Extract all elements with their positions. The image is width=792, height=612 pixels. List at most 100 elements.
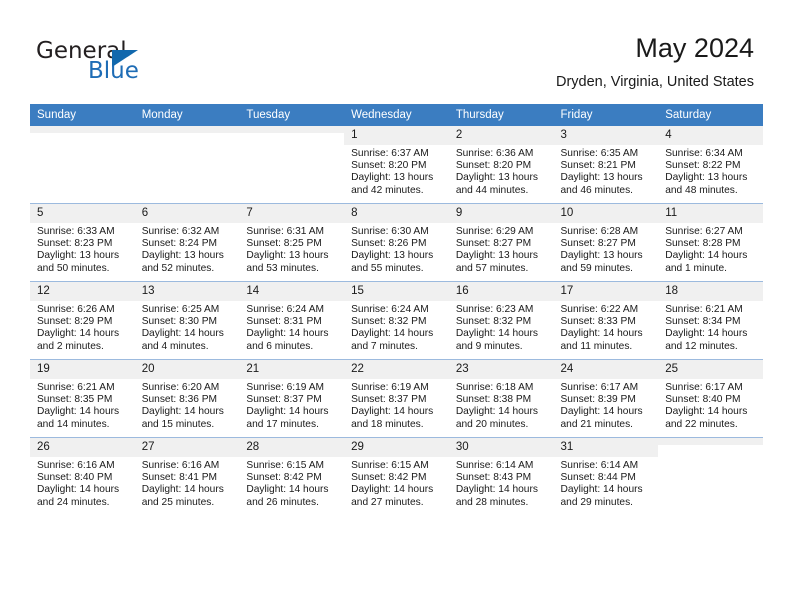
calendar-day-cell[interactable]: 4Sunrise: 6:34 AMSunset: 8:22 PMDaylight…: [658, 126, 763, 204]
day-details: Sunrise: 6:23 AMSunset: 8:32 PMDaylight:…: [449, 301, 554, 353]
calendar-day-cell[interactable]: 12Sunrise: 6:26 AMSunset: 8:29 PMDayligh…: [30, 282, 135, 360]
sunset-text: Sunset: 8:23 PM: [37, 238, 129, 250]
weekday-header-saturday: Saturday: [658, 104, 763, 126]
day-details: Sunrise: 6:30 AMSunset: 8:26 PMDaylight:…: [344, 223, 449, 275]
calendar-day-cell[interactable]: 15Sunrise: 6:24 AMSunset: 8:32 PMDayligh…: [344, 282, 449, 360]
calendar-cell-inner: 26Sunrise: 6:16 AMSunset: 8:40 PMDayligh…: [30, 438, 135, 515]
calendar-cell-inner: 24Sunrise: 6:17 AMSunset: 8:39 PMDayligh…: [554, 360, 659, 437]
sunrise-text: Sunrise: 6:34 AM: [665, 148, 757, 160]
day-number: 31: [554, 438, 659, 457]
sunset-text: Sunset: 8:20 PM: [351, 160, 443, 172]
day-details: Sunrise: 6:17 AMSunset: 8:39 PMDaylight:…: [554, 379, 659, 431]
sunrise-text: Sunrise: 6:16 AM: [142, 460, 234, 472]
calendar-day-cell[interactable]: 10Sunrise: 6:28 AMSunset: 8:27 PMDayligh…: [554, 204, 659, 282]
day-number: 27: [135, 438, 240, 457]
sunset-text: Sunset: 8:39 PM: [561, 394, 653, 406]
sunrise-text: Sunrise: 6:26 AM: [37, 304, 129, 316]
calendar-cell-inner: 11Sunrise: 6:27 AMSunset: 8:28 PMDayligh…: [658, 204, 763, 281]
calendar-day-cell[interactable]: 26Sunrise: 6:16 AMSunset: 8:40 PMDayligh…: [30, 438, 135, 516]
day-number: 21: [239, 360, 344, 379]
calendar-cell-inner: 19Sunrise: 6:21 AMSunset: 8:35 PMDayligh…: [30, 360, 135, 437]
calendar-day-cell[interactable]: 13Sunrise: 6:25 AMSunset: 8:30 PMDayligh…: [135, 282, 240, 360]
sunrise-text: Sunrise: 6:22 AM: [561, 304, 653, 316]
general-blue-logo: General Blue: [36, 38, 246, 84]
day-number: 8: [344, 204, 449, 223]
calendar-day-cell[interactable]: 28Sunrise: 6:15 AMSunset: 8:42 PMDayligh…: [239, 438, 344, 516]
calendar-day-cell[interactable]: 2Sunrise: 6:36 AMSunset: 8:20 PMDaylight…: [449, 126, 554, 204]
sunset-text: Sunset: 8:41 PM: [142, 472, 234, 484]
calendar-day-cell[interactable]: 30Sunrise: 6:14 AMSunset: 8:43 PMDayligh…: [449, 438, 554, 516]
sunset-text: Sunset: 8:44 PM: [561, 472, 653, 484]
sunset-text: Sunset: 8:42 PM: [351, 472, 443, 484]
sunrise-text: Sunrise: 6:28 AM: [561, 226, 653, 238]
sunset-text: Sunset: 8:29 PM: [37, 316, 129, 328]
calendar-day-cell[interactable]: 11Sunrise: 6:27 AMSunset: 8:28 PMDayligh…: [658, 204, 763, 282]
calendar-day-cell[interactable]: 1Sunrise: 6:37 AMSunset: 8:20 PMDaylight…: [344, 126, 449, 204]
calendar-day-cell[interactable]: 29Sunrise: 6:15 AMSunset: 8:42 PMDayligh…: [344, 438, 449, 516]
calendar-day-cell[interactable]: 17Sunrise: 6:22 AMSunset: 8:33 PMDayligh…: [554, 282, 659, 360]
calendar-day-cell[interactable]: 25Sunrise: 6:17 AMSunset: 8:40 PMDayligh…: [658, 360, 763, 438]
calendar-day-cell[interactable]: 18Sunrise: 6:21 AMSunset: 8:34 PMDayligh…: [658, 282, 763, 360]
title-block: May 2024 Dryden, Virginia, United States: [556, 32, 754, 91]
calendar-cell-inner: [30, 126, 135, 203]
calendar-cell-empty: [135, 126, 240, 204]
calendar-day-cell[interactable]: 3Sunrise: 6:35 AMSunset: 8:21 PMDaylight…: [554, 126, 659, 204]
day-number: 18: [658, 282, 763, 301]
sunrise-text: Sunrise: 6:35 AM: [561, 148, 653, 160]
day-number: 19: [30, 360, 135, 379]
calendar-cell-inner: [239, 126, 344, 203]
calendar-day-cell[interactable]: 5Sunrise: 6:33 AMSunset: 8:23 PMDaylight…: [30, 204, 135, 282]
calendar-day-cell[interactable]: 8Sunrise: 6:30 AMSunset: 8:26 PMDaylight…: [344, 204, 449, 282]
day-number: 28: [239, 438, 344, 457]
calendar-day-cell[interactable]: 19Sunrise: 6:21 AMSunset: 8:35 PMDayligh…: [30, 360, 135, 438]
daylight-text: Daylight: 14 hours and 15 minutes.: [142, 406, 234, 430]
calendar-day-cell[interactable]: 24Sunrise: 6:17 AMSunset: 8:39 PMDayligh…: [554, 360, 659, 438]
sunset-text: Sunset: 8:21 PM: [561, 160, 653, 172]
sunset-text: Sunset: 8:24 PM: [142, 238, 234, 250]
calendar-day-cell[interactable]: 23Sunrise: 6:18 AMSunset: 8:38 PMDayligh…: [449, 360, 554, 438]
calendar-day-cell[interactable]: 21Sunrise: 6:19 AMSunset: 8:37 PMDayligh…: [239, 360, 344, 438]
calendar-day-cell[interactable]: 31Sunrise: 6:14 AMSunset: 8:44 PMDayligh…: [554, 438, 659, 516]
daylight-text: Daylight: 14 hours and 28 minutes.: [456, 484, 548, 508]
calendar-day-cell[interactable]: 7Sunrise: 6:31 AMSunset: 8:25 PMDaylight…: [239, 204, 344, 282]
day-number: 29: [344, 438, 449, 457]
sunset-text: Sunset: 8:31 PM: [246, 316, 338, 328]
calendar-cell-inner: [658, 438, 763, 515]
day-details: Sunrise: 6:19 AMSunset: 8:37 PMDaylight:…: [239, 379, 344, 431]
sunset-text: Sunset: 8:36 PM: [142, 394, 234, 406]
sunset-text: Sunset: 8:42 PM: [246, 472, 338, 484]
calendar-day-cell[interactable]: 14Sunrise: 6:24 AMSunset: 8:31 PMDayligh…: [239, 282, 344, 360]
calendar-day-cell[interactable]: 20Sunrise: 6:20 AMSunset: 8:36 PMDayligh…: [135, 360, 240, 438]
calendar-body: 1Sunrise: 6:37 AMSunset: 8:20 PMDaylight…: [30, 126, 763, 515]
day-details: Sunrise: 6:18 AMSunset: 8:38 PMDaylight:…: [449, 379, 554, 431]
calendar-week-row: 26Sunrise: 6:16 AMSunset: 8:40 PMDayligh…: [30, 438, 763, 516]
sunrise-text: Sunrise: 6:37 AM: [351, 148, 443, 160]
day-details: Sunrise: 6:14 AMSunset: 8:44 PMDaylight:…: [554, 457, 659, 509]
calendar-cell-empty: [239, 126, 344, 204]
day-number: 5: [30, 204, 135, 223]
day-details: Sunrise: 6:17 AMSunset: 8:40 PMDaylight:…: [658, 379, 763, 431]
sunrise-text: Sunrise: 6:17 AM: [665, 382, 757, 394]
calendar-day-cell[interactable]: 27Sunrise: 6:16 AMSunset: 8:41 PMDayligh…: [135, 438, 240, 516]
day-details: Sunrise: 6:37 AMSunset: 8:20 PMDaylight:…: [344, 145, 449, 197]
daylight-text: Daylight: 14 hours and 1 minute.: [665, 250, 757, 274]
calendar-cell-inner: 31Sunrise: 6:14 AMSunset: 8:44 PMDayligh…: [554, 438, 659, 515]
calendar-day-cell[interactable]: 9Sunrise: 6:29 AMSunset: 8:27 PMDaylight…: [449, 204, 554, 282]
sunset-text: Sunset: 8:20 PM: [456, 160, 548, 172]
daylight-text: Daylight: 13 hours and 46 minutes.: [561, 172, 653, 196]
day-details: Sunrise: 6:27 AMSunset: 8:28 PMDaylight:…: [658, 223, 763, 275]
day-number: 13: [135, 282, 240, 301]
daylight-text: Daylight: 14 hours and 4 minutes.: [142, 328, 234, 352]
day-details: Sunrise: 6:16 AMSunset: 8:41 PMDaylight:…: [135, 457, 240, 509]
calendar-day-cell[interactable]: 6Sunrise: 6:32 AMSunset: 8:24 PMDaylight…: [135, 204, 240, 282]
calendar-cell-inner: 9Sunrise: 6:29 AMSunset: 8:27 PMDaylight…: [449, 204, 554, 281]
day-details: Sunrise: 6:32 AMSunset: 8:24 PMDaylight:…: [135, 223, 240, 275]
day-details: Sunrise: 6:22 AMSunset: 8:33 PMDaylight:…: [554, 301, 659, 353]
calendar-day-cell[interactable]: 22Sunrise: 6:19 AMSunset: 8:37 PMDayligh…: [344, 360, 449, 438]
day-number: 20: [135, 360, 240, 379]
day-details: Sunrise: 6:21 AMSunset: 8:35 PMDaylight:…: [30, 379, 135, 431]
weekday-header-thursday: Thursday: [449, 104, 554, 126]
calendar-page: General Blue May 2024 Dryden, Virginia, …: [0, 0, 792, 612]
calendar-day-cell[interactable]: 16Sunrise: 6:23 AMSunset: 8:32 PMDayligh…: [449, 282, 554, 360]
day-details: Sunrise: 6:29 AMSunset: 8:27 PMDaylight:…: [449, 223, 554, 275]
